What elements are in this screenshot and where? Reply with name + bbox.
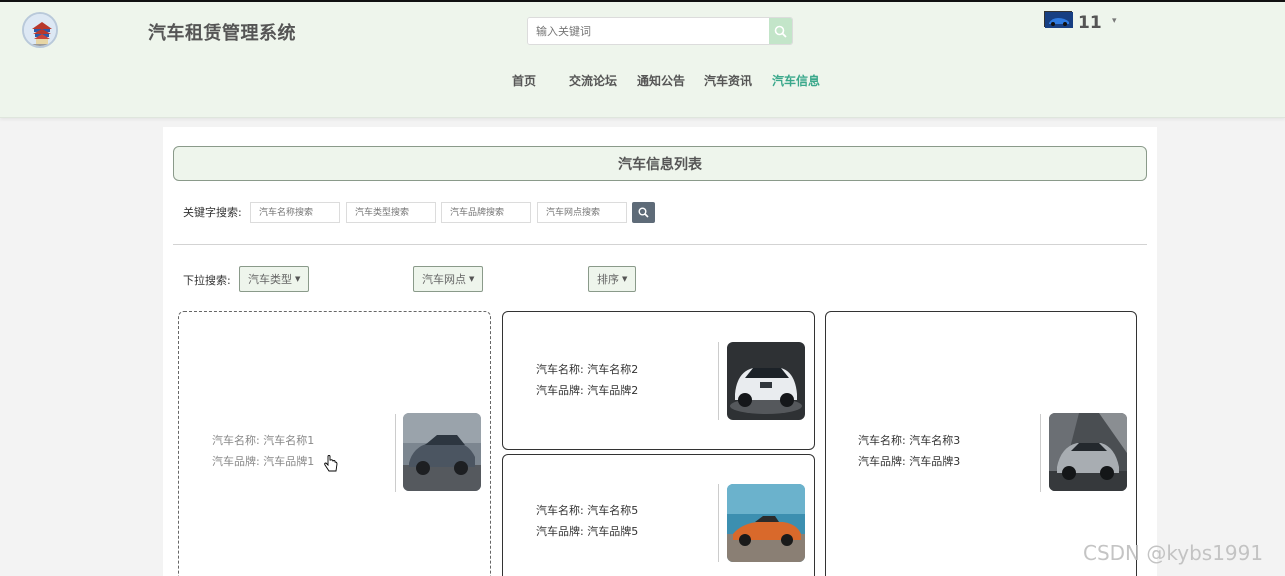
car-name-text: 汽车名称: 汽车名称3 (858, 434, 961, 447)
search-input[interactable] (528, 18, 770, 44)
car-avatar-icon[interactable] (1044, 11, 1073, 28)
car-card-info: 汽车名称: 汽车名称2 汽车品牌: 汽车品牌2 (536, 359, 638, 401)
car-name-text: 汽车名称: 汽车名称5 (536, 504, 639, 517)
page-title: 汽车信息列表 (173, 146, 1147, 181)
section-divider (173, 244, 1147, 245)
search-icon (638, 207, 649, 218)
car-outlet-dropdown-label: 汽车网点 (422, 273, 466, 286)
site-title: 汽车租赁管理系统 (148, 23, 296, 44)
card-divider (718, 342, 719, 420)
search-icon (774, 25, 787, 38)
card-divider (1040, 414, 1041, 492)
car-name-text: 汽车名称: 汽车名称2 (536, 363, 639, 376)
caret-down-icon: ▼ (622, 275, 628, 283)
car-brand-search-input[interactable] (441, 202, 531, 223)
grey-suv-photo[interactable] (403, 413, 481, 491)
car-brand-text: 汽车品牌: 汽车品牌3 (858, 455, 961, 468)
car-brand-text: 汽车品牌: 汽车品牌1 (212, 455, 315, 468)
car-card-5[interactable]: 汽车名称: 汽车名称5 汽车品牌: 汽车品牌5 (502, 454, 815, 576)
silver-crossover-photo[interactable] (1049, 413, 1127, 491)
car-name-text: 汽车名称: 汽车名称1 (212, 434, 315, 447)
sort-dropdown[interactable]: 排序 ▼ (588, 266, 637, 292)
watermark-text: CSDN @kybs1991 (1083, 541, 1264, 565)
car-card-2[interactable]: 汽车名称: 汽车名称2 汽车品牌: 汽车品牌2 (502, 311, 815, 450)
car-outlet-dropdown[interactable]: 汽车网点 ▼ (413, 266, 484, 292)
main-nav: 首页 交流论坛 通知公告 汽车资讯 汽车信息 (0, 72, 1285, 92)
card-divider (718, 484, 719, 562)
site-header: 汽车租赁管理系统 11 ▾ 首页 交流论坛 通知公告 汽车资讯 汽车信息 (0, 2, 1285, 118)
search-button[interactable] (769, 18, 792, 44)
keyword-search-button[interactable] (632, 202, 655, 223)
orange-roadster-photo[interactable] (727, 484, 805, 562)
car-name-search-input[interactable] (250, 202, 340, 223)
temple-logo-icon[interactable] (22, 12, 58, 48)
car-card-info: 汽车名称: 汽车名称3 汽车品牌: 汽车品牌3 (858, 430, 960, 472)
content-panel: 汽车信息列表 关键字搜索: 下拉搜索: 汽车类型▼ 汽车网点▼ 排序▼ 汽车名称… (163, 127, 1157, 576)
keyword-search-label: 关键字搜索: (183, 206, 242, 219)
caret-down-icon: ▼ (469, 275, 475, 283)
chevron-down-icon[interactable]: ▾ (1112, 16, 1117, 26)
card-divider (395, 414, 396, 492)
hand-pointer-icon (324, 455, 338, 477)
sort-dropdown-label: 排序 (597, 273, 619, 286)
user-name[interactable]: 11 (1078, 13, 1102, 33)
car-type-dropdown-label: 汽车类型 (248, 273, 292, 286)
header-search (527, 17, 793, 45)
caret-down-icon: ▼ (295, 275, 301, 283)
white-suv-photo[interactable] (727, 342, 805, 420)
nav-home[interactable]: 首页 (512, 72, 536, 89)
car-brand-text: 汽车品牌: 汽车品牌5 (536, 525, 639, 538)
car-card-info: 汽车名称: 汽车名称1 汽车品牌: 汽车品牌1 (212, 430, 314, 472)
nav-notice[interactable]: 通知公告 (637, 72, 685, 89)
nav-car-info[interactable]: 汽车信息 (772, 72, 820, 89)
car-card-info: 汽车名称: 汽车名称5 汽车品牌: 汽车品牌5 (536, 500, 638, 542)
car-type-search-input[interactable] (346, 202, 436, 223)
nav-forum[interactable]: 交流论坛 (569, 72, 617, 89)
car-card-1[interactable]: 汽车名称: 汽车名称1 汽车品牌: 汽车品牌1 (178, 311, 491, 576)
car-outlet-search-input[interactable] (537, 202, 627, 223)
car-card-3[interactable]: 汽车名称: 汽车名称3 汽车品牌: 汽车品牌3 (825, 311, 1137, 576)
car-type-dropdown[interactable]: 汽车类型 ▼ (239, 266, 310, 292)
car-brand-text: 汽车品牌: 汽车品牌2 (536, 384, 639, 397)
nav-news[interactable]: 汽车资讯 (704, 72, 752, 89)
dropdown-search-label: 下拉搜索: (183, 274, 231, 287)
